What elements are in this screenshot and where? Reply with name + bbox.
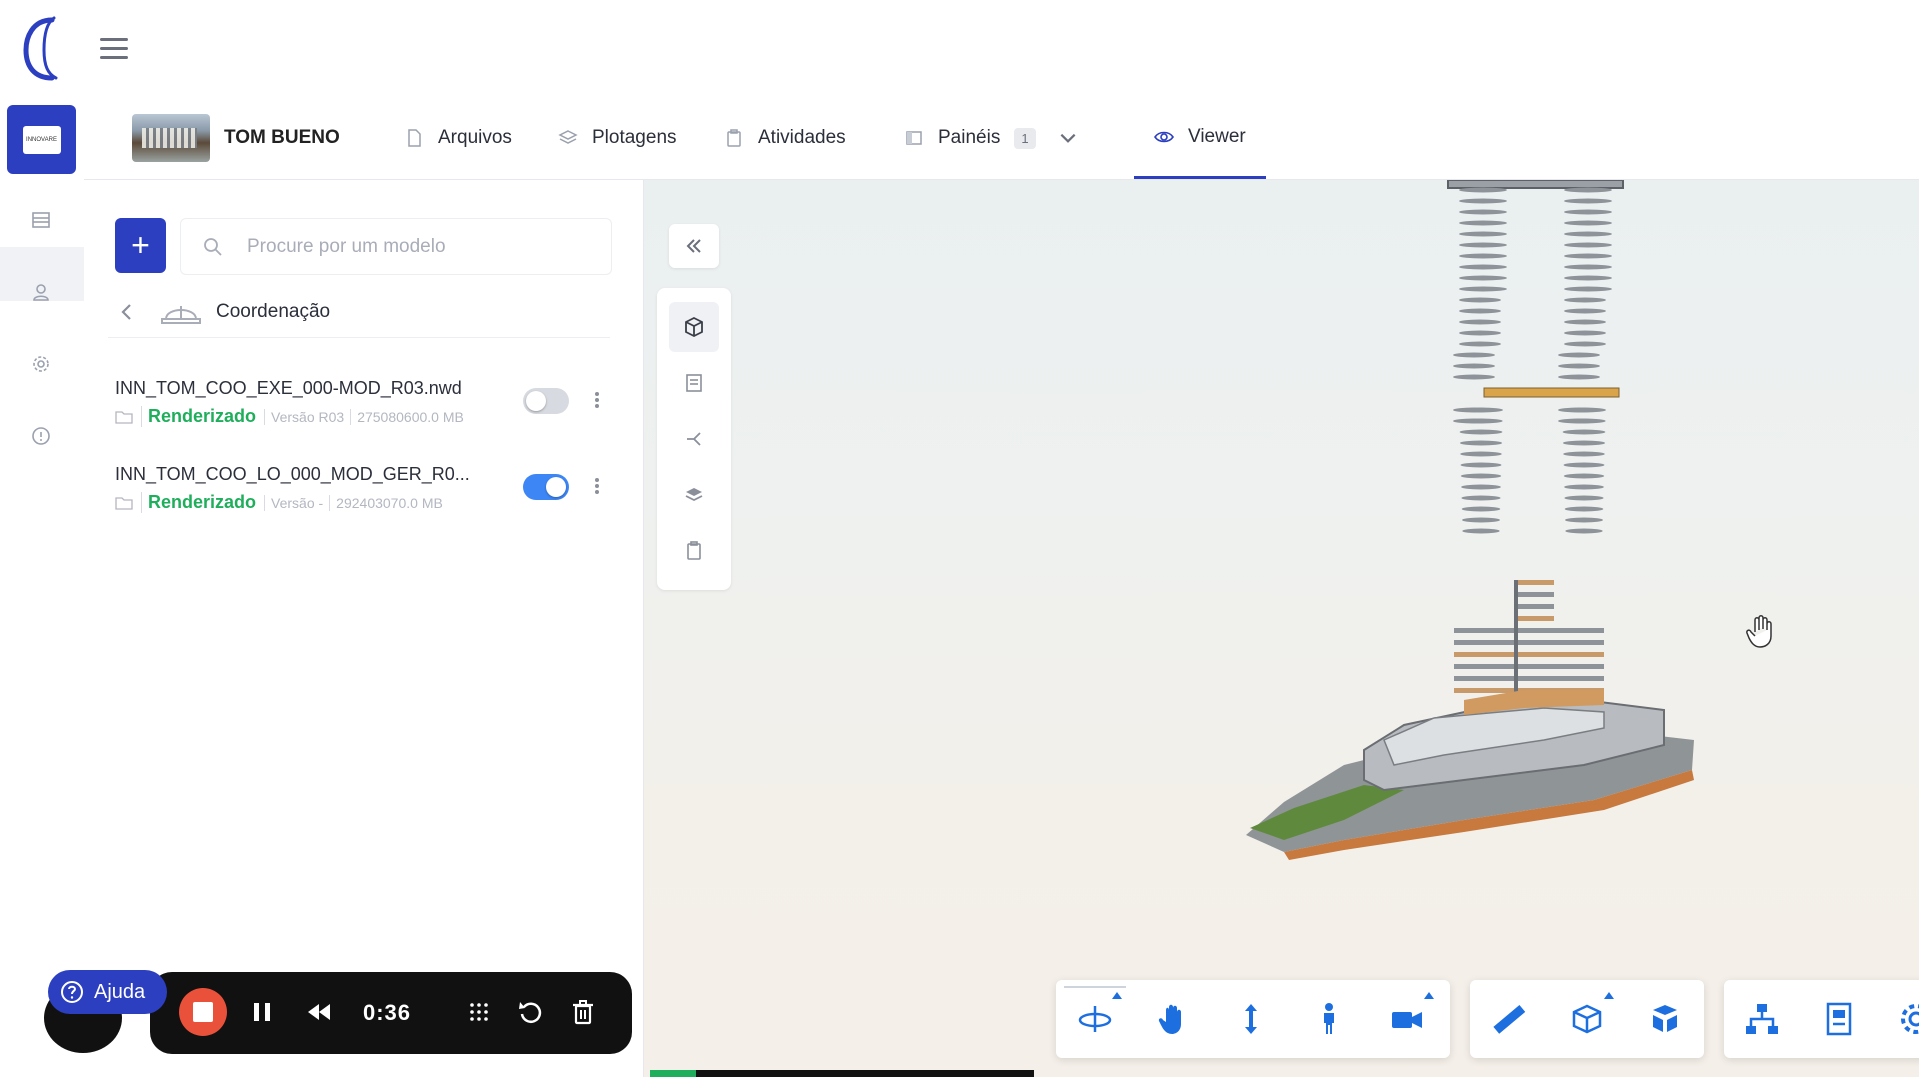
- left-rail: INNOVARE: [0, 97, 85, 1077]
- model-cube-icon[interactable]: [669, 302, 719, 352]
- model-item[interactable]: INN_TOM_COO_LO_000_MOD_GER_R0... Renderi…: [115, 464, 615, 534]
- building-3d-model: [1246, 180, 1694, 860]
- folder-icon: [115, 496, 133, 510]
- rail-project-button[interactable]: INNOVARE: [7, 105, 76, 174]
- tab-atividades[interactable]: Atividades: [724, 97, 846, 179]
- eye-icon: [1154, 131, 1174, 142]
- restart-icon[interactable]: [514, 992, 548, 1032]
- project-header[interactable]: TOM BUENO: [132, 114, 340, 162]
- orbit-tool-icon[interactable]: [1056, 980, 1134, 1058]
- collapse-chevrons-icon[interactable]: [669, 224, 719, 268]
- pause-icon[interactable]: [245, 992, 279, 1032]
- explode-model-icon[interactable]: [1626, 980, 1704, 1058]
- tab-arquivos[interactable]: Arquivos: [404, 97, 512, 179]
- model-name: INN_TOM_COO_LO_000_MOD_GER_R0...: [115, 464, 470, 484]
- trash-icon[interactable]: [566, 992, 600, 1032]
- tab-viewer[interactable]: Viewer: [1134, 97, 1266, 179]
- folder-icon: [115, 410, 133, 424]
- model-status: Renderizado: [141, 492, 256, 513]
- stop-recording-button[interactable]: [179, 988, 227, 1036]
- rail-info-icon[interactable]: [28, 423, 54, 449]
- model-meta: Renderizado Versão - 292403070.0 MB: [115, 492, 449, 513]
- search-box[interactable]: [180, 218, 612, 275]
- model-status: Renderizado: [141, 406, 256, 427]
- zoom-vertical-arrows-icon[interactable]: [1212, 980, 1290, 1058]
- model-browser-toolbar: [1724, 980, 1919, 1058]
- grid-dots-icon[interactable]: [462, 992, 496, 1032]
- tab-plotagens[interactable]: Plotagens: [558, 97, 677, 179]
- project-name: TOM BUENO: [224, 127, 340, 148]
- model-tree-icon[interactable]: [1724, 980, 1801, 1058]
- breadcrumb: Coordenação: [108, 287, 610, 338]
- model-meta: Renderizado Versão R03 275080600.0 MB: [115, 406, 470, 427]
- model-item[interactable]: INN_TOM_COO_EXE_000-MOD_R03.nwd Renderiz…: [115, 378, 615, 448]
- tab-label: Atividades: [758, 127, 846, 148]
- viewer-side-toolbar: [657, 224, 731, 590]
- explode-arrows-icon[interactable]: [669, 414, 719, 464]
- app-logo[interactable]: [18, 14, 66, 84]
- layers-icon: [558, 130, 578, 144]
- tab-label: Viewer: [1188, 125, 1246, 147]
- measure-toolbar: [1470, 980, 1704, 1058]
- hamburger-menu-icon[interactable]: [100, 38, 128, 60]
- hand-cursor-icon: [1746, 615, 1772, 648]
- pan-hand-icon[interactable]: [1134, 980, 1212, 1058]
- search-input[interactable]: [245, 234, 609, 259]
- navigation-toolbar: [1056, 980, 1450, 1058]
- search-icon: [204, 237, 222, 256]
- back-chevron-icon[interactable]: [116, 301, 138, 323]
- tab-count-badge: 1: [1014, 127, 1036, 149]
- kebab-menu-icon[interactable]: [593, 390, 601, 414]
- rail-settings-gear-icon[interactable]: [28, 351, 54, 377]
- viewer-progress-bar: [650, 1070, 1034, 1077]
- model-size: 275080600.0 MB: [350, 408, 464, 425]
- settings-gear-icon[interactable]: [1877, 980, 1919, 1058]
- model-version: Versão R03: [264, 408, 344, 425]
- panel-icon: [906, 131, 922, 145]
- kebab-menu-icon[interactable]: [593, 476, 601, 500]
- tab-paineis[interactable]: Painéis 1: [904, 97, 1092, 179]
- properties-list-icon[interactable]: [669, 358, 719, 408]
- rail-dashboard-icon[interactable]: [28, 207, 54, 233]
- model-visibility-toggle[interactable]: [523, 474, 569, 500]
- rewind-icon[interactable]: [302, 992, 336, 1032]
- clipboard-icon: [727, 129, 741, 147]
- tab-label: Arquivos: [438, 127, 512, 148]
- progress-fill: [650, 1070, 697, 1077]
- helmet-icon: [161, 306, 201, 324]
- tab-label: Plotagens: [592, 127, 677, 148]
- camera-icon[interactable]: [1368, 980, 1446, 1058]
- project-tabs-bar: TOM BUENO Arquivos Plotagens Atividades …: [84, 97, 1919, 180]
- project-thumb-logo: INNOVARE: [22, 125, 61, 154]
- layers-stack-icon[interactable]: [669, 470, 719, 520]
- question-circle-icon: [61, 981, 83, 1003]
- recording-timer: 0:36: [363, 1000, 412, 1025]
- tab-label: Painéis: [938, 127, 1001, 148]
- help-label: Ajuda: [94, 980, 146, 1003]
- walk-person-icon[interactable]: [1290, 980, 1368, 1058]
- model-name: INN_TOM_COO_EXE_000-MOD_R03.nwd: [115, 378, 462, 398]
- breadcrumb-label: Coordenação: [216, 301, 331, 322]
- model-visibility-toggle[interactable]: [523, 388, 569, 414]
- measure-ruler-icon[interactable]: [1470, 980, 1548, 1058]
- model-version: Versão -: [264, 494, 323, 511]
- models-panel: + Coordenação INN_TOM_COO_EXE_000-MOD_R0…: [84, 180, 644, 1077]
- viewer-tools-group: [657, 288, 731, 590]
- section-box-icon[interactable]: [1548, 980, 1626, 1058]
- properties-panel-icon[interactable]: [1801, 980, 1878, 1058]
- file-icon: [408, 129, 421, 147]
- top-bar: [0, 0, 1919, 97]
- clipboard-tasks-icon[interactable]: [669, 526, 719, 576]
- model-size: 292403070.0 MB: [329, 494, 443, 511]
- chevron-down-icon[interactable]: [1058, 128, 1078, 148]
- add-model-button[interactable]: +: [115, 218, 166, 273]
- help-button[interactable]: Ajuda: [48, 970, 168, 1014]
- project-thumbnail: [132, 114, 210, 162]
- rail-user-icon[interactable]: [28, 279, 54, 305]
- 3d-viewer-canvas[interactable]: [644, 180, 1919, 1077]
